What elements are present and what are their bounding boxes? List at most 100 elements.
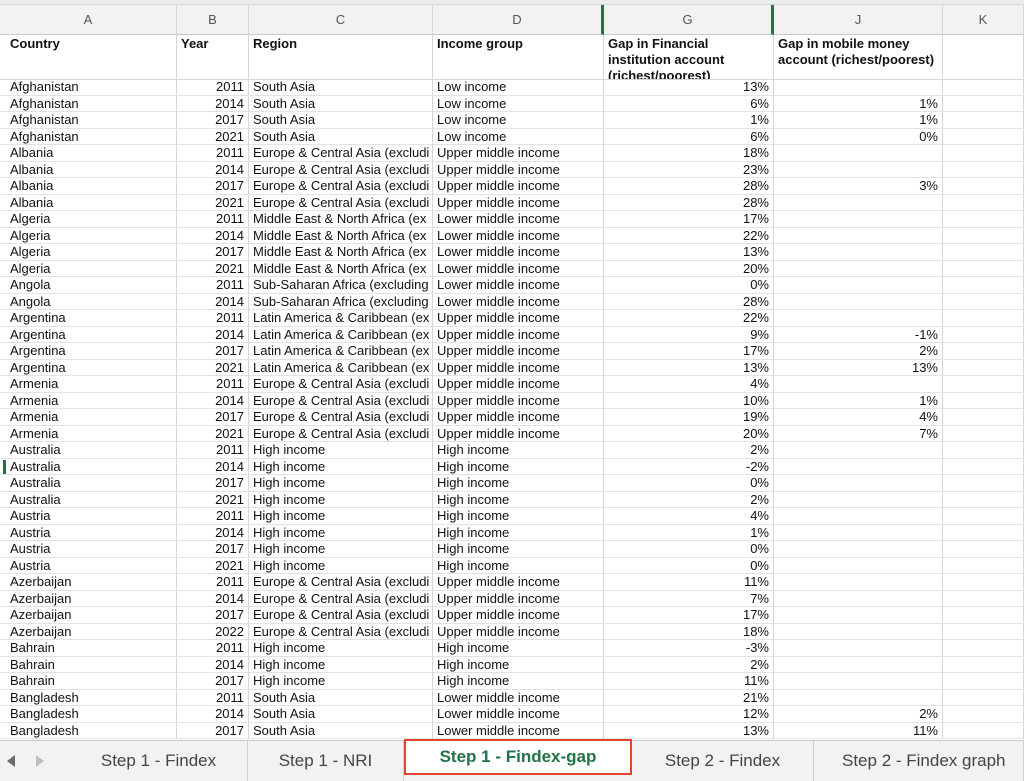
cell-empty[interactable]: [943, 508, 1024, 524]
cell-income[interactable]: Upper middle income: [433, 392, 604, 409]
cell-country[interactable]: Armenia: [6, 425, 177, 442]
cell-region[interactable]: High income: [249, 557, 433, 574]
cell-gap-fi[interactable]: 20%: [604, 260, 774, 277]
cell-empty[interactable]: [943, 722, 1024, 739]
cell-gap-mm[interactable]: [774, 310, 943, 326]
cell-gap-fi[interactable]: 4%: [604, 376, 774, 392]
cell-gap-fi[interactable]: 0%: [604, 277, 774, 293]
cell-income[interactable]: High income: [433, 442, 604, 458]
cell-gap-fi[interactable]: 13%: [604, 244, 774, 260]
cell-gap-mm[interactable]: [774, 376, 943, 392]
header-region[interactable]: Region: [249, 35, 433, 79]
cell-region[interactable]: High income: [249, 458, 433, 475]
cell-region[interactable]: South Asia: [249, 706, 433, 722]
header-country[interactable]: Country: [6, 35, 177, 79]
cell-year[interactable]: 2017: [177, 722, 249, 739]
cell-gap-mm[interactable]: [774, 293, 943, 310]
cell-empty[interactable]: [943, 194, 1024, 211]
cell-gap-fi[interactable]: 13%: [604, 79, 774, 95]
cell-region[interactable]: High income: [249, 442, 433, 458]
cell-empty[interactable]: [943, 425, 1024, 442]
cell-gap-fi[interactable]: -2%: [604, 458, 774, 475]
cell-empty[interactable]: [943, 260, 1024, 277]
cell-year[interactable]: 2014: [177, 293, 249, 310]
cell-country[interactable]: Austria: [6, 508, 177, 524]
cell-country[interactable]: Australia: [6, 442, 177, 458]
cell-country[interactable]: Argentina: [6, 359, 177, 376]
header-gap-financial[interactable]: Gap in Financial institution account (ri…: [604, 35, 774, 79]
prev-sheet-button[interactable]: [0, 749, 22, 773]
cell-income[interactable]: High income: [433, 475, 604, 491]
cell-region[interactable]: High income: [249, 541, 433, 557]
cell-gap-mm[interactable]: [774, 79, 943, 95]
header-empty-k[interactable]: [943, 35, 1024, 79]
cell-gap-fi[interactable]: 22%: [604, 310, 774, 326]
cell-income[interactable]: Upper middle income: [433, 194, 604, 211]
cell-year[interactable]: 2017: [177, 673, 249, 689]
cell-year[interactable]: 2017: [177, 607, 249, 623]
cell-gap-fi[interactable]: 11%: [604, 673, 774, 689]
cell-year[interactable]: 2021: [177, 557, 249, 574]
cell-gap-mm[interactable]: [774, 656, 943, 673]
cell-year[interactable]: 2017: [177, 475, 249, 491]
cell-region[interactable]: South Asia: [249, 689, 433, 706]
header-income-group[interactable]: Income group: [433, 35, 604, 79]
cell-region[interactable]: Europe & Central Asia (excludi: [249, 607, 433, 623]
cell-year[interactable]: 2021: [177, 260, 249, 277]
cell-gap-fi[interactable]: 0%: [604, 541, 774, 557]
cell-country[interactable]: Argentina: [6, 310, 177, 326]
cell-year[interactable]: 2021: [177, 425, 249, 442]
cell-empty[interactable]: [943, 689, 1024, 706]
cell-income[interactable]: Upper middle income: [433, 359, 604, 376]
cell-region[interactable]: Middle East & North Africa (ex: [249, 211, 433, 227]
cell-year[interactable]: 2014: [177, 706, 249, 722]
cell-region[interactable]: Europe & Central Asia (excludi: [249, 623, 433, 640]
cell-gap-mm[interactable]: [774, 673, 943, 689]
cell-empty[interactable]: [943, 128, 1024, 145]
cell-income[interactable]: Lower middle income: [433, 227, 604, 244]
cell-gap-fi[interactable]: 11%: [604, 574, 774, 590]
tab-step1-nri[interactable]: Step 1 - NRI: [248, 741, 404, 781]
cell-gap-fi[interactable]: 7%: [604, 590, 774, 607]
cell-gap-fi[interactable]: 23%: [604, 161, 774, 178]
cell-empty[interactable]: [943, 211, 1024, 227]
cell-income[interactable]: Upper middle income: [433, 590, 604, 607]
cell-gap-fi[interactable]: 2%: [604, 491, 774, 508]
cell-year[interactable]: 2014: [177, 326, 249, 343]
cell-gap-fi[interactable]: 28%: [604, 194, 774, 211]
cell-country[interactable]: Australia: [6, 491, 177, 508]
cell-gap-mm[interactable]: 3%: [774, 178, 943, 194]
cell-income[interactable]: Lower middle income: [433, 277, 604, 293]
cell-country[interactable]: Bahrain: [6, 656, 177, 673]
cell-gap-mm[interactable]: [774, 458, 943, 475]
cell-country[interactable]: Afghanistan: [6, 112, 177, 128]
cell-gap-fi[interactable]: 0%: [604, 557, 774, 574]
cell-gap-mm[interactable]: [774, 623, 943, 640]
cell-region[interactable]: South Asia: [249, 112, 433, 128]
cell-gap-mm[interactable]: 1%: [774, 392, 943, 409]
cell-income[interactable]: High income: [433, 524, 604, 541]
cell-gap-fi[interactable]: 20%: [604, 425, 774, 442]
cell-gap-mm[interactable]: 7%: [774, 425, 943, 442]
cell-gap-mm[interactable]: [774, 640, 943, 656]
cell-empty[interactable]: [943, 277, 1024, 293]
cell-region[interactable]: Europe & Central Asia (excludi: [249, 590, 433, 607]
cell-region[interactable]: Middle East & North Africa (ex: [249, 244, 433, 260]
cell-year[interactable]: 2011: [177, 640, 249, 656]
cell-region[interactable]: High income: [249, 673, 433, 689]
cell-empty[interactable]: [943, 491, 1024, 508]
cell-gap-mm[interactable]: 13%: [774, 359, 943, 376]
cell-country[interactable]: Algeria: [6, 244, 177, 260]
column-header-k[interactable]: K: [943, 5, 1024, 35]
cell-gap-fi[interactable]: 1%: [604, 112, 774, 128]
cell-gap-fi[interactable]: 2%: [604, 442, 774, 458]
cell-empty[interactable]: [943, 673, 1024, 689]
cell-income[interactable]: Lower middle income: [433, 706, 604, 722]
cell-gap-fi[interactable]: 10%: [604, 392, 774, 409]
cell-income[interactable]: High income: [433, 557, 604, 574]
cell-country[interactable]: Armenia: [6, 376, 177, 392]
cell-gap-mm[interactable]: [774, 541, 943, 557]
cell-year[interactable]: 2014: [177, 524, 249, 541]
cell-gap-mm[interactable]: [774, 442, 943, 458]
cell-region[interactable]: High income: [249, 508, 433, 524]
